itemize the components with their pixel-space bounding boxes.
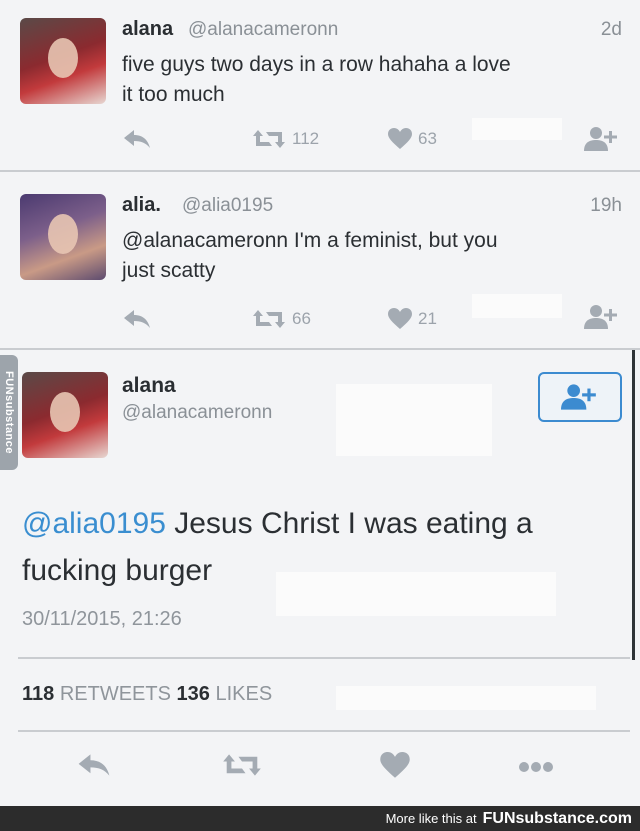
follow-button[interactable] xyxy=(584,126,620,152)
reply-button[interactable] xyxy=(122,308,152,330)
retweet-button[interactable] xyxy=(222,752,262,783)
like-button[interactable] xyxy=(380,752,410,784)
detail-text-line: @alia0195 Jesus Christ I was eating a xyxy=(22,500,602,547)
avatar-face xyxy=(48,38,78,78)
redacted-area xyxy=(472,118,562,140)
engagement-stats: 118 RETWEETS 136 LIKES xyxy=(22,683,272,706)
tweet-time: 19h xyxy=(590,195,622,216)
like-count[interactable]: 136 xyxy=(177,683,210,705)
tweet-text: five guys two days in a row hahaha a lov… xyxy=(122,50,622,110)
tweet-text: @alanacameronn I'm a feminist, but you j… xyxy=(122,226,622,286)
heart-icon xyxy=(388,308,412,329)
heart-icon xyxy=(388,128,412,149)
scrollbar[interactable] xyxy=(632,350,635,660)
heart-icon xyxy=(380,752,410,778)
tweet-text-line: five guys two days in a row hahaha a lov… xyxy=(122,53,511,76)
tweet-time: 2d xyxy=(600,19,622,40)
divider xyxy=(18,730,630,732)
avatar[interactable] xyxy=(22,372,108,458)
tweet-text-line: just scatty xyxy=(122,259,216,282)
more-dots-icon xyxy=(519,762,553,772)
redacted-area xyxy=(336,384,492,456)
detail-author-name[interactable]: alana xyxy=(122,374,176,398)
like-button[interactable]: 63 xyxy=(388,128,437,150)
like-button[interactable]: 21 xyxy=(388,308,437,330)
retweet-count[interactable]: 118 xyxy=(22,683,54,705)
avatar[interactable] xyxy=(20,194,106,280)
retweet-count: 66 xyxy=(292,309,311,328)
retweet-icon xyxy=(223,754,261,776)
tweet-author-name[interactable]: alana xyxy=(122,18,173,41)
retweet-icon xyxy=(253,130,285,148)
redacted-area xyxy=(276,572,556,616)
follow-button[interactable] xyxy=(538,372,622,422)
like-count: 21 xyxy=(418,309,437,328)
redacted-area xyxy=(472,294,562,318)
tweet-author-handle[interactable]: @alanacameronn xyxy=(188,19,338,41)
avatar-face xyxy=(50,392,80,432)
tweet-author-handle[interactable]: @alia0195 xyxy=(182,195,273,217)
redacted-area xyxy=(336,686,596,710)
footer-brand[interactable]: FUNsubstance.com xyxy=(483,810,632,828)
tweet-2[interactable]: alia. @alia0195 19h @alanacameronn I'm a… xyxy=(0,172,640,350)
reply-button[interactable] xyxy=(76,752,112,783)
retweet-count: 112 xyxy=(292,129,320,148)
avatar-face xyxy=(48,214,78,254)
tweet-text-line: it too much xyxy=(122,83,225,106)
reply-button[interactable] xyxy=(122,128,152,150)
footer-prefix: More like this at xyxy=(385,811,477,826)
follow-icon xyxy=(561,384,596,410)
tweet-timestamp: 30/11/2015, 21:26 xyxy=(22,608,182,630)
retweet-button[interactable]: 66 xyxy=(252,308,311,330)
follow-button[interactable] xyxy=(584,304,620,330)
reply-icon xyxy=(124,130,150,148)
watermark-side-tab: FUNsubstance xyxy=(0,355,18,470)
tweet-1[interactable]: alana @alanacameronn 2d five guys two da… xyxy=(0,0,640,172)
more-button[interactable] xyxy=(518,760,554,778)
tweet-text-line: @alanacameronn I'm a feminist, but you xyxy=(122,229,498,252)
retweet-icon xyxy=(253,310,285,328)
tweet-author-name[interactable]: alia. xyxy=(122,194,161,217)
reply-icon xyxy=(124,310,150,328)
divider xyxy=(18,657,630,659)
watermark-footer: More like this at FUNsubstance.com xyxy=(0,806,640,831)
retweet-label[interactable]: RETWEETS xyxy=(60,683,171,705)
like-count: 63 xyxy=(418,129,437,148)
like-label[interactable]: LIKES xyxy=(215,683,272,705)
detail-author-handle[interactable]: @alanacameronn xyxy=(122,402,272,424)
mention-link[interactable]: @alia0195 xyxy=(22,507,166,540)
follow-icon xyxy=(584,127,617,151)
retweet-button[interactable]: 112 xyxy=(252,128,319,150)
follow-icon xyxy=(584,305,617,329)
detail-text-part: Jesus Christ I was eating a xyxy=(165,507,533,540)
reply-icon xyxy=(78,754,110,776)
avatar[interactable] xyxy=(20,18,106,104)
